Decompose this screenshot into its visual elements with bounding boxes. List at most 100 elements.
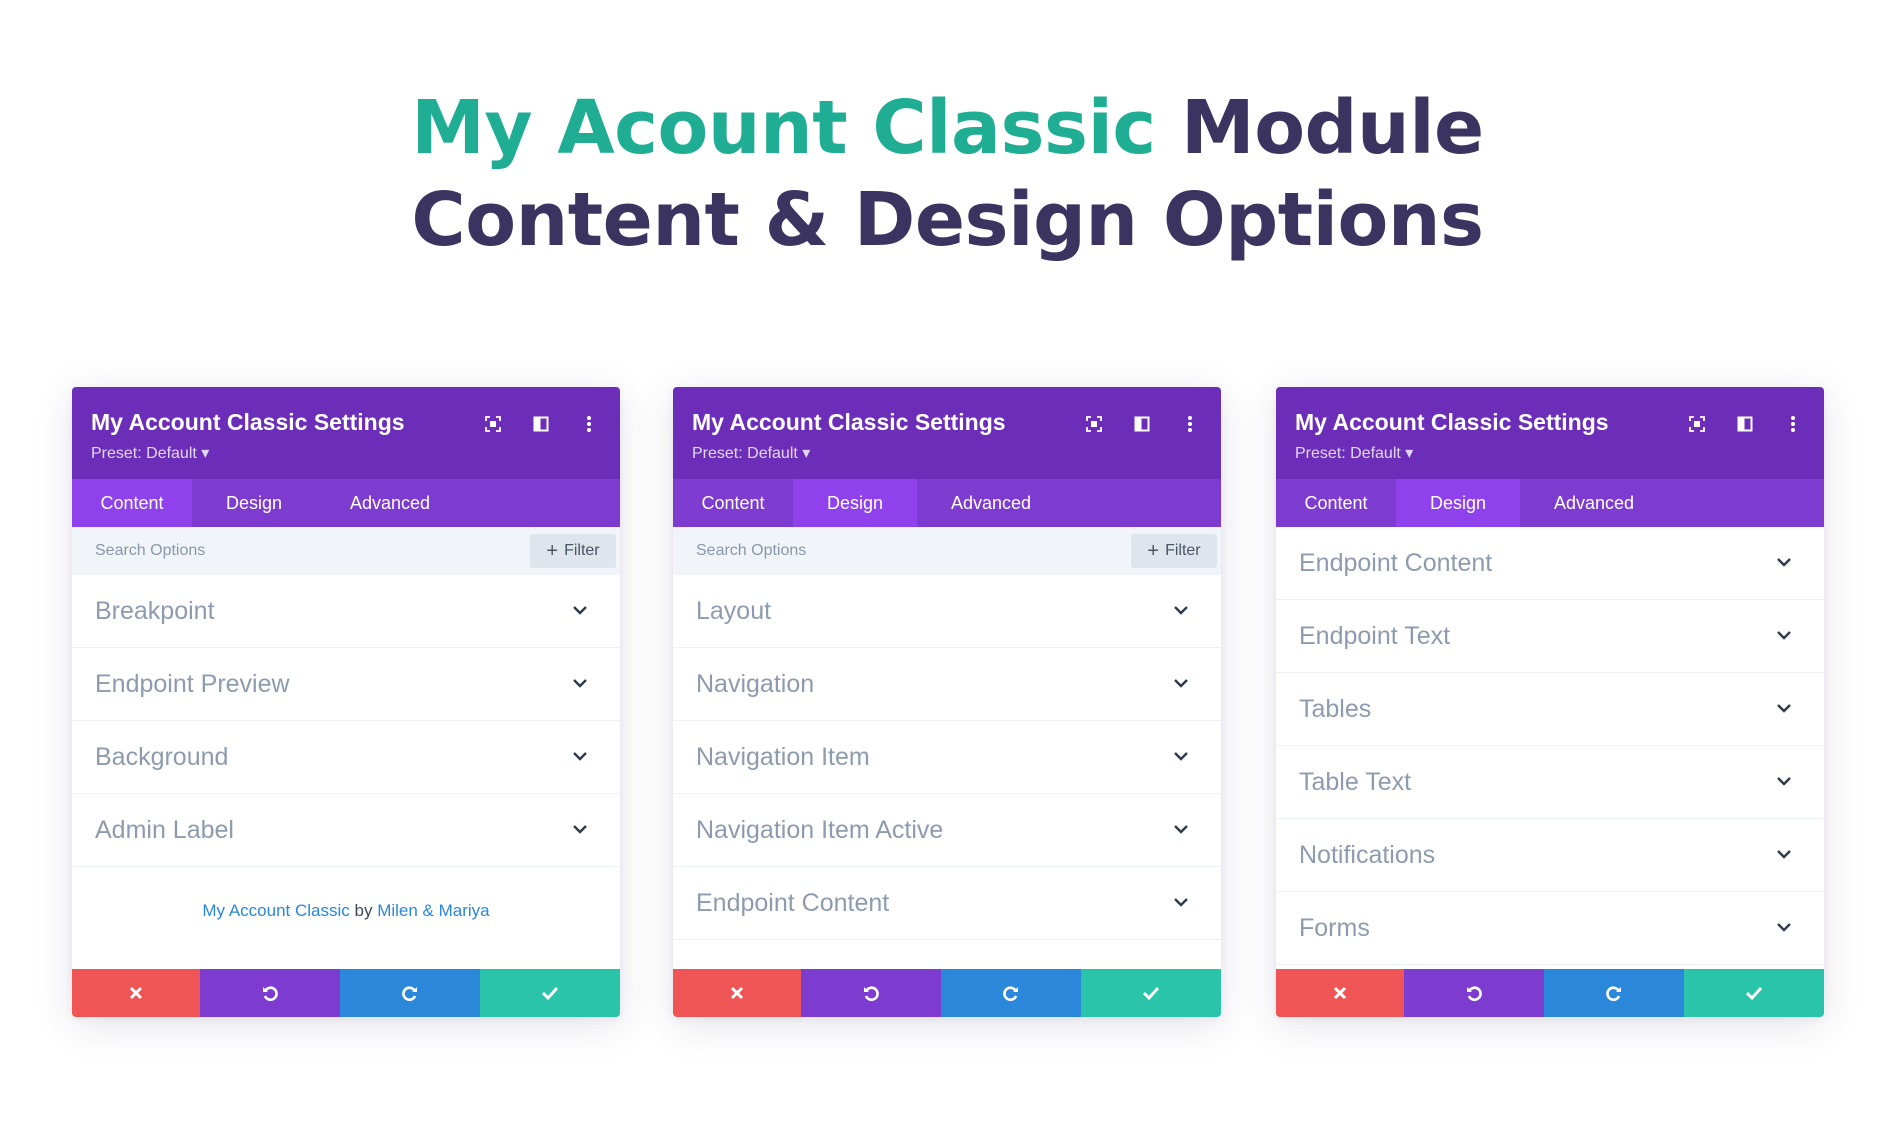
chevron-down-icon [1777, 631, 1791, 640]
cancel-button[interactable] [1276, 969, 1404, 1017]
option-label: Notifications [1299, 840, 1436, 869]
option-label: Tables [1299, 694, 1372, 723]
more-options-icon[interactable] [576, 411, 602, 437]
action-bar [72, 969, 620, 1017]
credit-by: by [349, 901, 378, 920]
redo-icon [1003, 986, 1018, 1001]
option-row[interactable]: Endpoint Content [673, 867, 1221, 940]
option-label: Endpoint Preview [95, 669, 290, 698]
expand-icon[interactable] [1684, 411, 1710, 437]
redo-button[interactable] [941, 969, 1081, 1017]
tab-advanced[interactable]: Advanced [917, 479, 1065, 527]
chevron-down-icon [573, 679, 587, 688]
chevron-down-icon [1174, 752, 1188, 761]
redo-button[interactable] [1544, 969, 1684, 1017]
save-button[interactable] [480, 969, 620, 1017]
redo-button[interactable] [340, 969, 480, 1017]
tab-bar: Content Design Advanced [673, 479, 1221, 527]
tab-content[interactable]: Content [72, 479, 192, 527]
preset-dropdown[interactable]: Preset: Default ▾ [1295, 443, 1413, 463]
plus-icon: + [1147, 540, 1160, 562]
cancel-button[interactable] [673, 969, 801, 1017]
search-input[interactable] [72, 527, 502, 575]
chevron-down-icon [1174, 606, 1188, 615]
tab-content[interactable]: Content [1276, 479, 1396, 527]
chevron-down-icon [1777, 558, 1791, 567]
header-icons [1081, 411, 1203, 437]
option-label: Forms [1299, 913, 1370, 942]
panel-header: My Account Classic Settings Preset: Defa… [673, 387, 1221, 479]
page-heading: My Acount Classic Module Content & Desig… [0, 82, 1895, 266]
chevron-down-icon [573, 606, 587, 615]
filter-label: Filter [1165, 542, 1201, 559]
option-row[interactable]: Table Text [1276, 746, 1824, 819]
undo-button[interactable] [200, 969, 340, 1017]
settings-panel-content: My Account Classic Settings Preset: Defa… [72, 387, 620, 1017]
settings-panel-design-scrolled: My Account Classic Settings Preset: Defa… [1276, 387, 1824, 1017]
option-row[interactable]: Endpoint Preview [72, 648, 620, 721]
tab-advanced[interactable]: Advanced [316, 479, 464, 527]
split-view-icon[interactable] [1129, 411, 1155, 437]
preset-dropdown[interactable]: Preset: Default ▾ [692, 443, 810, 463]
chevron-down-icon [1777, 850, 1791, 859]
option-row[interactable]: Navigation Item [673, 721, 1221, 794]
option-row[interactable]: Notifications [1276, 819, 1824, 892]
close-icon [1333, 986, 1347, 1000]
option-label: Endpoint Content [1299, 548, 1493, 577]
option-label: Navigation [696, 669, 815, 698]
more-options-icon[interactable] [1177, 411, 1203, 437]
tab-design[interactable]: Design [793, 479, 917, 527]
option-row[interactable]: Tables [1276, 673, 1824, 746]
search-bar: + Filter [72, 527, 620, 575]
heading-rest: Module [1155, 85, 1484, 171]
save-button[interactable] [1081, 969, 1221, 1017]
chevron-down-icon [1174, 898, 1188, 907]
expand-icon[interactable] [1081, 411, 1107, 437]
panel-title: My Account Classic Settings [692, 409, 1006, 435]
option-row[interactable]: Breakpoint [72, 575, 620, 648]
option-label: Table Text [1299, 767, 1412, 796]
option-row[interactable]: Endpoint Content [1276, 527, 1824, 600]
option-row[interactable]: Navigation [673, 648, 1221, 721]
header-icons [480, 411, 602, 437]
module-link[interactable]: My Account Classic [202, 901, 349, 920]
heading-line-1: My Acount Classic Module [0, 82, 1895, 174]
check-icon [1745, 986, 1763, 1000]
action-bar [1276, 969, 1824, 1017]
preset-label: Preset: Default [1295, 445, 1401, 462]
split-view-icon[interactable] [1732, 411, 1758, 437]
option-row[interactable]: Admin Label [72, 794, 620, 867]
undo-button[interactable] [801, 969, 941, 1017]
split-view-icon[interactable] [528, 411, 554, 437]
undo-icon [1467, 986, 1482, 1001]
settings-panel-design: My Account Classic Settings Preset: Defa… [673, 387, 1221, 1017]
search-input[interactable] [673, 527, 1103, 575]
undo-button[interactable] [1404, 969, 1544, 1017]
caret-down-icon: ▾ [201, 445, 210, 462]
option-label: Breakpoint [95, 596, 215, 625]
redo-icon [402, 986, 417, 1001]
more-options-icon[interactable] [1780, 411, 1806, 437]
undo-icon [263, 986, 278, 1001]
tab-design[interactable]: Design [192, 479, 316, 527]
option-row[interactable]: Forms [1276, 892, 1824, 965]
author-link[interactable]: Milen & Mariya [377, 901, 489, 920]
filter-button[interactable]: + Filter [530, 534, 616, 568]
search-bar: + Filter [673, 527, 1221, 575]
option-label: Endpoint Text [1299, 621, 1451, 650]
panel-title: My Account Classic Settings [1295, 409, 1609, 435]
tab-design[interactable]: Design [1396, 479, 1520, 527]
tab-content[interactable]: Content [673, 479, 793, 527]
filter-button[interactable]: + Filter [1131, 534, 1217, 568]
tab-advanced[interactable]: Advanced [1520, 479, 1668, 527]
option-row[interactable]: Background [72, 721, 620, 794]
cancel-button[interactable] [72, 969, 200, 1017]
heading-accent: My Acount Classic [411, 85, 1156, 171]
option-row[interactable]: Endpoint Text [1276, 600, 1824, 673]
option-row[interactable]: Navigation Item Active [673, 794, 1221, 867]
caret-down-icon: ▾ [802, 445, 811, 462]
expand-icon[interactable] [480, 411, 506, 437]
save-button[interactable] [1684, 969, 1824, 1017]
preset-dropdown[interactable]: Preset: Default ▾ [91, 443, 209, 463]
option-row[interactable]: Layout [673, 575, 1221, 648]
